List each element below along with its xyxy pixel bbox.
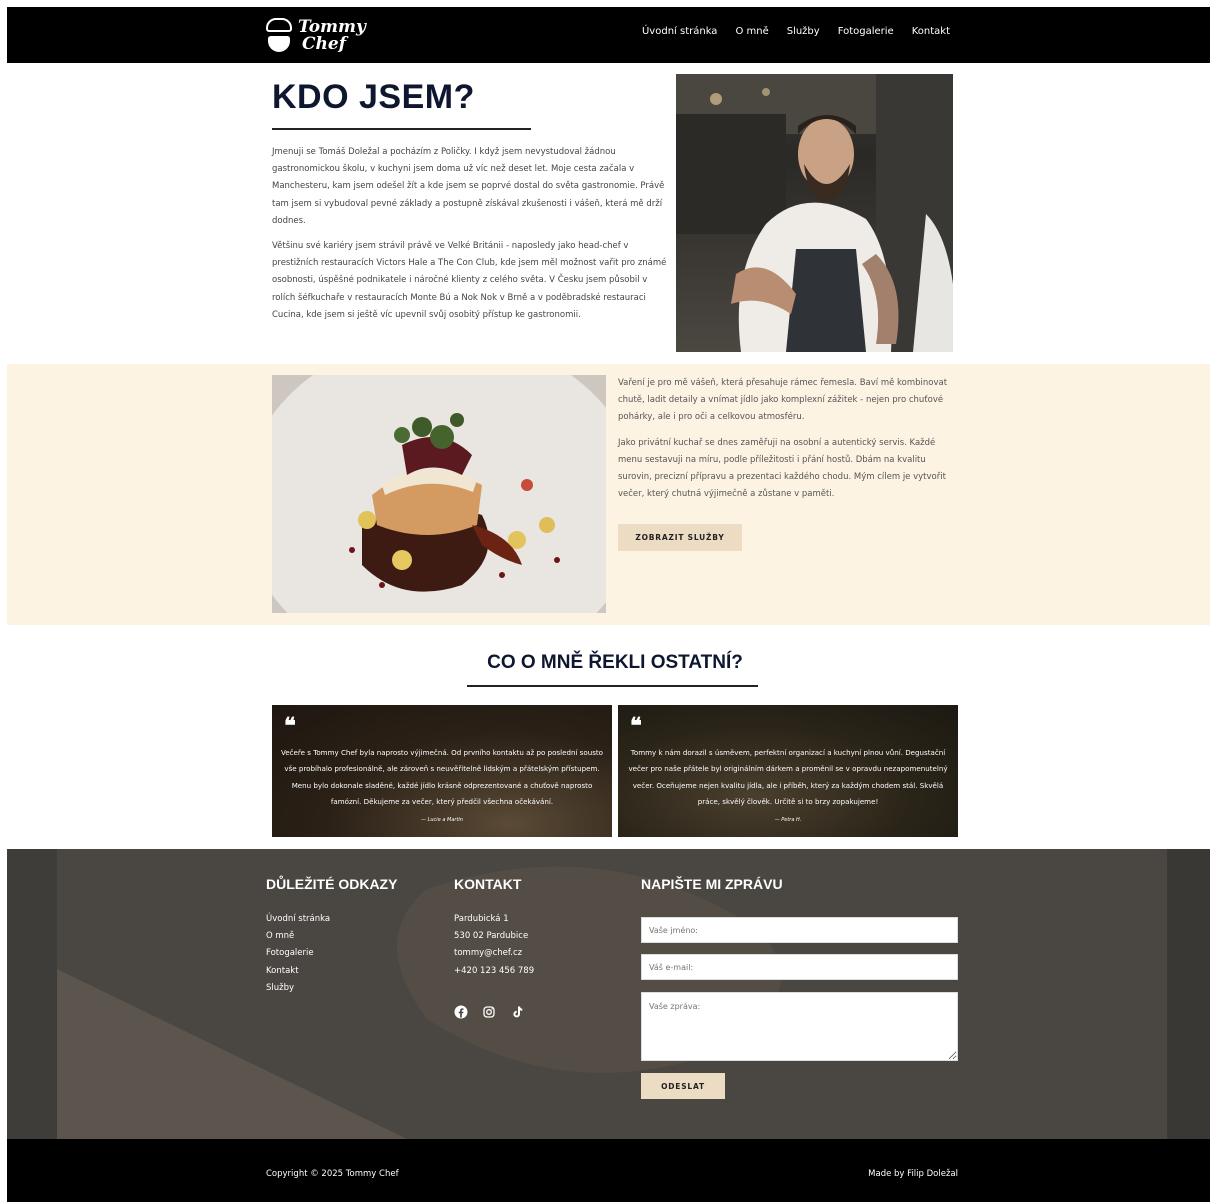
chef-hat-icon — [266, 18, 292, 54]
social-links — [454, 1004, 524, 1019]
about-paragraph-2: Většinu své kariéry jsem strávil právě v… — [272, 241, 667, 320]
footer-contact-title: KONTAKT — [454, 876, 522, 892]
about-title-underline — [272, 128, 531, 130]
passion-paragraph-1: Vaření je pro mě vášeň, která přesahuje … — [618, 378, 948, 422]
email-input[interactable] — [641, 954, 958, 980]
top-navbar — [7, 7, 1210, 63]
quote-icon: ❝ — [284, 713, 296, 739]
contact-street: Pardubická 1 — [454, 914, 509, 924]
footer-link-home[interactable]: Úvodní stránka — [266, 911, 330, 928]
footer-link-gallery[interactable]: Fotogalerie — [266, 945, 330, 962]
bottom-bar — [7, 1139, 1210, 1202]
dish-photo — [272, 375, 606, 613]
about-text: Jmenuji se Tomáš Doležal a pocházím z Po… — [272, 144, 667, 332]
contact-email[interactable]: tommy@chef.cz — [454, 945, 534, 962]
nav-home[interactable]: Úvodní stránka — [642, 26, 717, 37]
review-card-1: ❝ Večeře s Tommy Chef byla naprosto výji… — [272, 705, 612, 837]
contact-form-title: NAPIŠTE MI ZPRÁVU — [641, 876, 783, 892]
contact-phone[interactable]: +420 123 456 789 — [454, 963, 534, 980]
nav-services[interactable]: Služby — [787, 26, 820, 37]
instagram-icon[interactable] — [482, 1004, 496, 1018]
footer — [7, 849, 1210, 1139]
tiktok-icon[interactable] — [510, 1004, 524, 1018]
footer-contact-list: Pardubická 1 530 02 Pardubice tommy@chef… — [454, 911, 534, 980]
logo-text: Tommy Chef — [298, 19, 366, 53]
made-by-text: Made by Filip Doležal — [868, 1169, 958, 1179]
facebook-icon[interactable] — [454, 1004, 468, 1019]
review-card-2: ❝ Tommy k nám dorazil s úsměvem, perfekt… — [618, 705, 958, 837]
review-text: Tommy k nám dorazil s úsměvem, perfektní… — [628, 748, 948, 806]
review-author: — Lucie a Martin — [421, 817, 463, 823]
passion-text: Vaření je pro mě vášeň, která přesahuje … — [618, 375, 958, 512]
reviews-title: CO O MNĚ ŘEKLI OSTATNÍ? — [487, 652, 743, 673]
copyright-text: Copyright © 2025 Tommy Chef — [266, 1169, 399, 1179]
nav-about[interactable]: O mně — [735, 26, 768, 37]
footer-background-illustration — [7, 849, 1210, 1139]
about-paragraph-1: Jmenuji se Tomáš Doležal a pocházím z Po… — [272, 147, 665, 226]
quote-icon: ❝ — [630, 713, 642, 739]
reviews-title-underline — [467, 685, 758, 687]
footer-links-list: Úvodní stránka O mně Fotogalerie Kontakt… — [266, 911, 330, 997]
footer-link-contact[interactable]: Kontakt — [266, 963, 330, 980]
name-input[interactable] — [641, 917, 958, 943]
footer-link-about[interactable]: O mně — [266, 928, 330, 945]
chef-photo-illustration — [676, 74, 953, 352]
about-title: KDO JSEM? — [272, 78, 475, 116]
dish-photo-illustration — [272, 375, 606, 613]
footer-link-services[interactable]: Služby — [266, 980, 330, 997]
show-services-button[interactable]: ZOBRAZIT SLUŽBY — [618, 524, 742, 551]
logo[interactable]: Tommy Chef — [266, 16, 366, 56]
contact-city: 530 02 Pardubice — [454, 931, 529, 942]
nav-gallery[interactable]: Fotogalerie — [838, 26, 894, 37]
footer-links-title: DŮLEŽITÉ ODKAZY — [266, 876, 398, 892]
send-button[interactable]: ODESLAT — [641, 1073, 725, 1099]
review-text: Večeře s Tommy Chef byla naprosto výjime… — [280, 748, 604, 806]
chef-photo — [676, 74, 953, 352]
passion-paragraph-2: Jako privátní kuchař se dnes zaměřuji na… — [618, 438, 946, 499]
message-textarea[interactable] — [641, 992, 958, 1061]
passion-section — [7, 364, 1210, 625]
main-nav: Úvodní stránka O mně Služby Fotogalerie … — [642, 26, 950, 37]
review-author: — Petra H. — [774, 817, 802, 823]
logo-line-2: Chef — [302, 34, 347, 54]
nav-contact[interactable]: Kontakt — [912, 26, 950, 37]
